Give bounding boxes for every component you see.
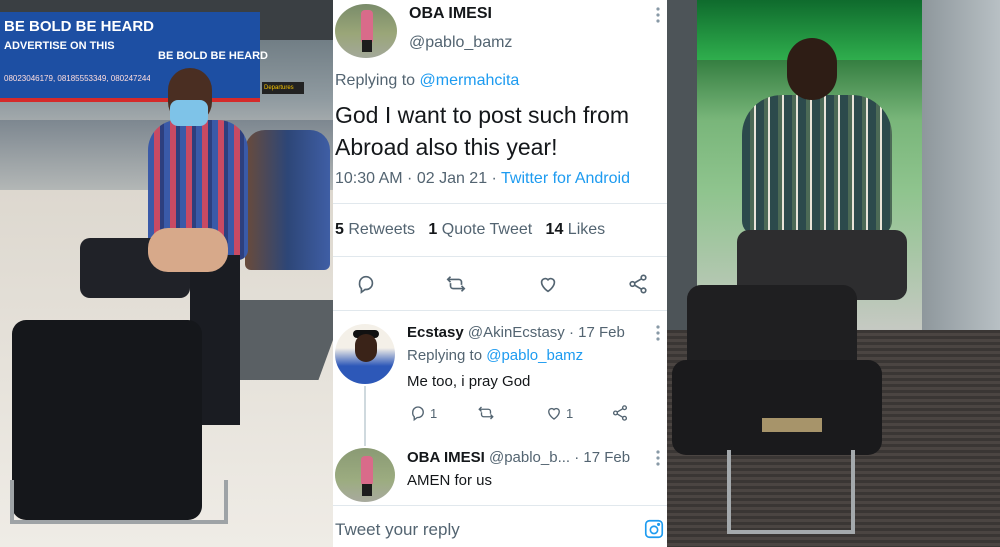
share-icon[interactable] [623, 270, 653, 298]
compose-placeholder[interactable]: Tweet your reply [335, 520, 460, 540]
quotes-stat[interactable]: 1 Quote Tweet [428, 221, 532, 238]
reply-text: Me too, i pray God [407, 373, 531, 390]
reply-replying-label: Replying to [407, 347, 483, 364]
face-mask [170, 100, 208, 126]
reply-icon [412, 406, 424, 422]
reply-actions: 1 1 [407, 404, 647, 428]
likes-stat[interactable]: 14 Likes [546, 221, 606, 238]
airport-photo-right [667, 0, 1000, 547]
luggage-tag [762, 418, 822, 432]
avatar-face [355, 334, 377, 362]
retweets-count: 5 [335, 221, 344, 238]
tweet-text: God I want to post such from Abroad also… [335, 102, 630, 160]
tweet-time: 10:30 AM · 02 Jan 21 · [335, 170, 502, 187]
reply-share-button[interactable] [611, 404, 632, 422]
avatar-figure [361, 456, 373, 486]
luggage-trolley [10, 480, 228, 524]
tweet-screenshot: OBA IMESI @pablo_bamz Replying to @merma… [333, 0, 667, 547]
retweet-icon [478, 406, 494, 420]
reply-replying-to: Replying to @pablo_bamz [407, 347, 583, 364]
author-handle[interactable]: @pablo_bamz [409, 34, 512, 52]
author-name[interactable]: OBA IMESI [409, 5, 492, 23]
reply-author-name: OBA IMESI [407, 449, 485, 466]
reply-avatar[interactable] [335, 324, 395, 384]
more-vertical-icon[interactable] [655, 6, 661, 24]
divider [333, 203, 667, 204]
avatar-figure-legs [362, 484, 372, 496]
reply-tweet[interactable]: OBA IMESI @pablo_b... · 17 Feb AMEN for … [333, 444, 667, 502]
divider [333, 310, 667, 311]
tweet-stats: 5 Retweets 1 Quote Tweet 14 Likes [335, 221, 605, 239]
quotes-label: Quote Tweet [441, 221, 533, 238]
travel-pillow [148, 228, 228, 272]
reply-like-button[interactable]: 1 [545, 404, 573, 422]
quotes-count: 1 [428, 221, 438, 238]
author-avatar[interactable] [335, 4, 397, 58]
banner-phone: 08023046179, 08185553349, 08024724484 [4, 74, 160, 83]
departures-sign: Departures [262, 82, 304, 94]
reply-like-count: 1 [566, 405, 574, 421]
divider [333, 256, 667, 257]
luggage-trolley [727, 450, 855, 534]
reply-author[interactable]: Ecstasy @AkinEcstasy · 17 Feb [407, 324, 625, 341]
avatar-figure-legs [362, 40, 372, 52]
traveler-shirt [742, 95, 892, 235]
banner-headline: BE BOLD BE HEARD [4, 18, 155, 35]
reply-reply-button[interactable]: 1 [409, 404, 437, 422]
tweet-source-link[interactable]: Twitter for Android [501, 170, 630, 187]
banner-subline: ADVERTISE ON THIS [4, 40, 115, 52]
likes-count: 14 [545, 221, 564, 238]
replying-to: Replying to @mermahcita [335, 72, 519, 90]
reply-tweet[interactable]: Ecstasy @AkinEcstasy · 17 Feb Replying t… [333, 320, 667, 430]
like-icon [548, 407, 560, 420]
reply-retweet-button[interactable] [477, 404, 498, 422]
tweet-meta: 10:30 AM · 02 Jan 21 · Twitter for Andro… [335, 170, 630, 188]
replying-handle-link[interactable]: @mermahcita [420, 72, 520, 89]
reply-avatar[interactable] [335, 448, 395, 502]
traveler-head [787, 38, 837, 100]
airport-photo-left: BE BOLD BE HEARD ADVERTISE ON THIS 08023… [0, 0, 333, 547]
background-travelers [245, 130, 330, 270]
tweet-actions [333, 270, 667, 298]
more-vertical-icon[interactable] [655, 324, 661, 342]
camera-icon[interactable] [643, 518, 665, 540]
like-icon[interactable] [533, 270, 563, 298]
retweet-icon[interactable] [441, 270, 471, 298]
reply-reply-count: 1 [430, 405, 438, 421]
reply-replying-handle-link[interactable]: @pablo_bamz [486, 347, 583, 364]
avatar-figure [361, 10, 373, 44]
retweets-stat[interactable]: 5 Retweets [335, 221, 415, 238]
replying-label: Replying to [335, 72, 416, 89]
retweets-label: Retweets [348, 221, 416, 238]
reply-author-handle: @AkinEcstasy · 17 Feb [467, 324, 625, 341]
reply-author-name: Ecstasy [407, 324, 464, 341]
reply-text: AMEN for us [407, 472, 493, 489]
thread-connector-line [364, 386, 366, 446]
banner2-headline: BE BOLD BE HEARD [158, 50, 269, 62]
reply-icon[interactable] [351, 270, 381, 298]
luggage-bottom [672, 360, 882, 455]
reply-author[interactable]: OBA IMESI @pablo_b... · 17 Feb [407, 449, 630, 466]
reply-composer[interactable]: Tweet your reply [333, 505, 667, 547]
share-icon [612, 405, 628, 421]
likes-label: Likes [567, 221, 606, 238]
more-vertical-icon[interactable] [655, 449, 661, 467]
reply-author-handle: @pablo_b... · 17 Feb [488, 449, 631, 466]
